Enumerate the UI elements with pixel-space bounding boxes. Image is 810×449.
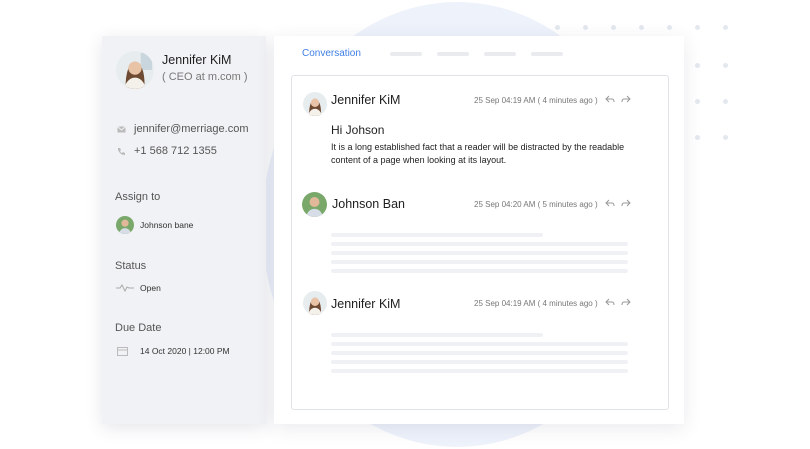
tab-placeholder[interactable] [484,52,516,56]
content-placeholder [331,351,628,355]
message-greeting: Hi Johson [331,123,385,137]
content-placeholder [331,251,628,255]
message-timestamp: 25 Sep 04:20 AM ( 5 minutes ago ) [474,200,598,209]
assignee-avatar [116,216,134,234]
message-timestamp: 25 Sep 04:19 AM ( 4 minutes ago ) [474,299,598,308]
message-actions [605,298,631,308]
status-row[interactable]: Open [116,283,161,293]
contact-title: ( CEO at m.com ) [162,71,248,83]
assign-label: Assign to [115,191,161,203]
tab-placeholder[interactable] [437,52,469,56]
content-placeholder [331,360,628,364]
author-avatar [303,92,327,116]
message-body: It is a long established fact that a rea… [331,142,625,165]
pulse-icon [116,283,134,293]
tab-conversation[interactable]: Conversation [302,48,361,59]
message-author: Jennifer KiM [331,93,401,107]
message-author: Johnson Ban [332,197,405,211]
content-placeholder [331,333,543,337]
forward-icon[interactable] [621,199,631,209]
status-value[interactable]: Open [140,283,161,293]
calendar-icon [116,346,128,356]
status-label: Status [115,260,147,272]
email-row[interactable]: jennifer@merriage.com [116,123,249,135]
forward-icon[interactable] [621,298,631,308]
assignee-row[interactable]: Johnson bane [116,216,193,234]
tab-placeholder[interactable] [531,52,563,56]
contact-name: Jennifer KiM [162,53,232,67]
contact-avatar[interactable] [116,51,154,89]
author-avatar [302,192,327,217]
content-placeholder [331,260,628,264]
content-placeholder [331,342,628,346]
content-placeholder [331,233,543,237]
phone-icon [116,146,126,156]
message-actions [605,95,631,105]
content-placeholder [331,269,628,273]
message-actions [605,199,631,209]
contact-sidebar: Jennifer KiM ( CEO at m.com ) jennifer@m… [102,36,266,424]
conversation-thread: Jennifer KiM 25 Sep 04:19 AM ( 4 minutes… [291,75,669,410]
due-date-value[interactable]: 14 Oct 2020 | 12:00 PM [140,346,230,356]
message-author: Jennifer KiM [331,297,401,311]
message-timestamp: 25 Sep 04:19 AM ( 4 minutes ago ) [474,96,598,105]
assignee-name: Johnson bane [140,220,194,230]
author-avatar [303,291,327,315]
mail-icon [116,124,126,134]
contact-email[interactable]: jennifer@merriage.com [134,123,249,135]
due-date-row[interactable]: 14 Oct 2020 | 12:00 PM [116,346,230,356]
tab-placeholder[interactable] [390,52,422,56]
content-placeholder [331,242,628,246]
due-date-label: Due Date [115,322,162,334]
reply-icon[interactable] [605,298,615,308]
reply-icon[interactable] [605,95,615,105]
content-placeholder [331,369,628,373]
forward-icon[interactable] [621,95,631,105]
conversation-panel: Conversation Jennifer KiM 25 Sep 04:19 A… [274,36,684,424]
contact-phone[interactable]: +1 568 712 1355 [134,145,217,157]
reply-icon[interactable] [605,199,615,209]
phone-row[interactable]: +1 568 712 1355 [116,145,217,157]
